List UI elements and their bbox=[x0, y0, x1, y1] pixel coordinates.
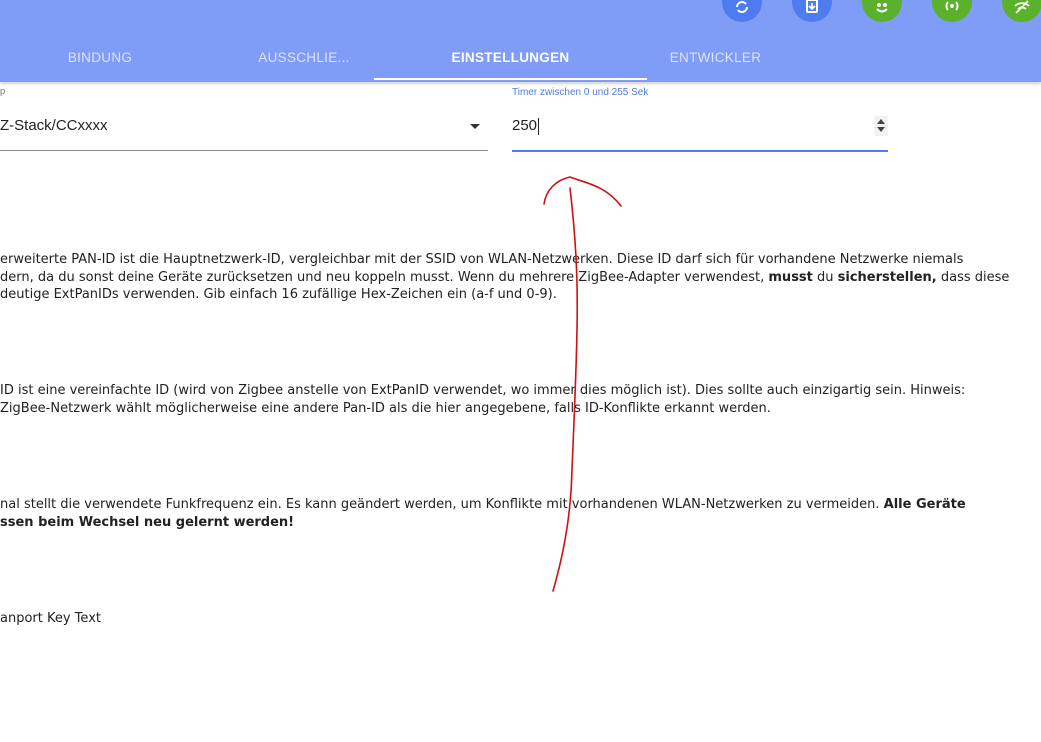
panid-line-2: ZigBee-Netzwerk wählt möglicherweise ein… bbox=[0, 400, 771, 416]
stepper-down-icon[interactable] bbox=[877, 127, 885, 132]
header-bar: BINDUNG AUSSCHLIE... EINSTELLUNGEN ENTWI… bbox=[0, 0, 1041, 82]
tab-einstellungen[interactable]: EINSTELLUNGEN bbox=[374, 40, 647, 80]
wifi-off-icon bbox=[1014, 0, 1030, 14]
settings-page: BINDUNG AUSSCHLIE... EINSTELLUNGEN ENTWI… bbox=[0, 0, 1041, 742]
extpanid-line-2: dern, da du sonst deine Geräte zurückset… bbox=[0, 269, 1009, 287]
tab-bar: BINDUNG AUSSCHLIE... EINSTELLUNGEN ENTWI… bbox=[0, 40, 1041, 82]
transport-key-label: anport Key Text bbox=[0, 611, 101, 626]
refresh-icon bbox=[736, 1, 748, 13]
broadcast-icon bbox=[945, 1, 959, 11]
tab-bindung[interactable]: BINDUNG bbox=[30, 40, 170, 80]
tab-ausschliessen[interactable]: AUSSCHLIE... bbox=[234, 40, 374, 80]
number-stepper[interactable] bbox=[874, 116, 888, 136]
type-select-label: p bbox=[0, 86, 6, 97]
stepper-up-icon[interactable] bbox=[877, 119, 885, 124]
text-span: nal stellt die verwendete Funkfrequenz e… bbox=[0, 497, 884, 512]
emoji-icon bbox=[876, 3, 888, 13]
chevron-down-icon[interactable] bbox=[470, 124, 480, 129]
channel-line-1: nal stellt die verwendete Funkfrequenz e… bbox=[0, 496, 966, 514]
type-select-value: Z-Stack/CCxxxx bbox=[0, 117, 108, 134]
timer-input-value[interactable]: 250 bbox=[512, 117, 537, 134]
text-span: dern, da du sonst deine Geräte zurückset… bbox=[0, 269, 769, 285]
panid-line-1: ID ist eine vereinfachte ID (wird von Zi… bbox=[0, 383, 966, 398]
active-tab-indicator bbox=[374, 78, 647, 80]
extpanid-line-1: erweiterte PAN-ID ist die Hauptnetzwerk-… bbox=[0, 252, 964, 267]
refresh-button[interactable] bbox=[722, 0, 762, 22]
emphasis-text: ssen beim Wechsel neu gelernt werden! bbox=[0, 514, 295, 530]
channel-description: nal stellt die verwendete Funkfrequenz e… bbox=[0, 496, 966, 531]
extpanid-line-3: deutige ExtPanIDs verwenden. Gib einfach… bbox=[0, 287, 557, 302]
broadcast-button[interactable] bbox=[932, 0, 972, 22]
panid-description: ID ist eine vereinfachte ID (wird von Zi… bbox=[0, 382, 965, 417]
download-button[interactable] bbox=[792, 0, 832, 22]
text-caret bbox=[538, 118, 539, 135]
extpanid-description: erweiterte PAN-ID ist die Hauptnetzwerk-… bbox=[0, 251, 1009, 304]
tab-entwickler[interactable]: ENTWICKLER bbox=[647, 40, 784, 80]
emphasis-text: sicherstellen, bbox=[837, 269, 937, 285]
timer-input[interactable]: 250 bbox=[512, 108, 888, 152]
text-span: du bbox=[812, 269, 838, 285]
text-span: dass diese bbox=[936, 269, 1010, 285]
timer-label: Timer zwischen 0 und 255 Sek bbox=[512, 87, 649, 98]
type-select[interactable]: Z-Stack/CCxxxx bbox=[0, 108, 488, 151]
emphasis-text: Alle Geräte bbox=[883, 497, 966, 512]
download-icon bbox=[806, 0, 818, 13]
emoji-button[interactable] bbox=[862, 0, 902, 22]
emphasis-text: musst bbox=[768, 269, 813, 285]
wifi-off-button[interactable] bbox=[1002, 0, 1041, 22]
channel-line-2: ssen beim Wechsel neu gelernt werden! bbox=[0, 514, 966, 532]
